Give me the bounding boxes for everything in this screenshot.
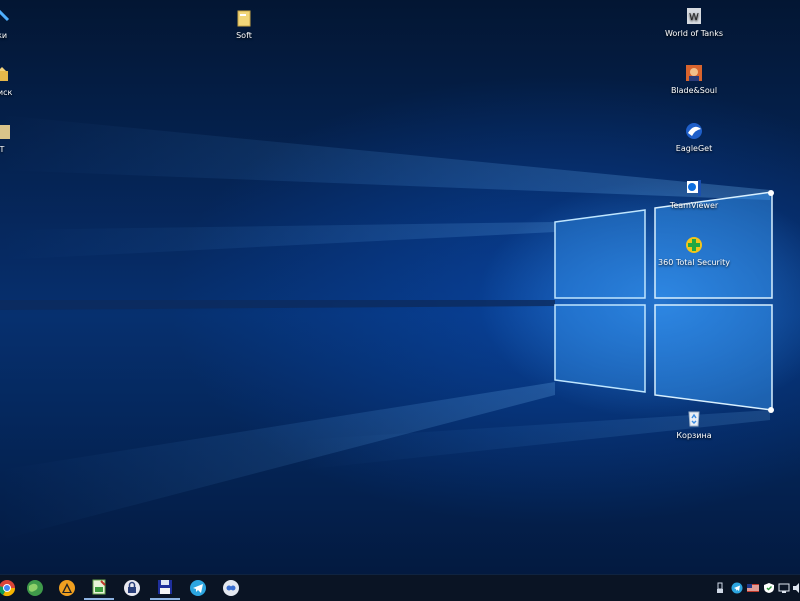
floppy-icon <box>158 580 172 594</box>
yandex-disk-icon <box>0 67 8 81</box>
desktop-icon-soft[interactable]: Soft <box>206 8 282 41</box>
tray-telegram-icon[interactable] <box>731 581 743 595</box>
tray-flag-us-icon[interactable] <box>747 581 759 595</box>
desktop: зки Диск T Soft W World of Tanks Blade&S… <box>0 0 800 574</box>
cloud-app-icon <box>223 580 239 596</box>
taskbar-save-button[interactable] <box>150 576 180 600</box>
desktop-icon-label: Корзина <box>676 431 712 440</box>
desktop-icon-partial-1[interactable]: зки <box>0 8 38 41</box>
folder-icon <box>237 10 251 27</box>
desktop-icon-label: Soft <box>236 31 252 40</box>
aimp-icon <box>59 580 75 596</box>
chrome-icon <box>0 580 16 597</box>
desktop-icon-label: TeamViewer <box>669 201 719 210</box>
taskbar-cloud-button[interactable] <box>216 576 246 600</box>
tray-usb-icon[interactable] <box>714 581 726 595</box>
desktop-icon-label: Blade&Soul <box>670 86 718 95</box>
teamviewer-icon <box>687 180 701 196</box>
taskbar-lock-button[interactable] <box>117 576 147 600</box>
telegram-icon <box>190 580 206 596</box>
desktop-icon-blade-and-soul[interactable]: Blade&Soul <box>656 63 732 96</box>
360-total-security-icon <box>686 237 702 253</box>
world-of-tanks-icon: W <box>687 8 701 24</box>
svg-text:W: W <box>689 12 699 23</box>
taskbar-chrome-button[interactable] <box>0 576 22 600</box>
taskbar <box>0 574 800 601</box>
desktop-icon-eagleget[interactable]: EagleGet <box>656 121 732 154</box>
desktop-icon-label: EagleGet <box>675 144 713 153</box>
desktop-icon-recycle-bin[interactable]: Корзина <box>656 408 732 441</box>
desktop-icon-label: T <box>0 145 5 154</box>
recycle-bin-icon <box>688 411 700 427</box>
desktop-icon-360-total-security[interactable]: 360 Total Security <box>656 235 732 268</box>
taskbar-globe-button[interactable] <box>20 576 50 600</box>
desktop-icon-yandex-disk[interactable]: Диск <box>0 65 40 98</box>
tray-volume-icon[interactable] <box>792 581 800 595</box>
blade-and-soul-icon <box>686 65 702 81</box>
taskbar-image-editor-button[interactable] <box>84 576 114 600</box>
desktop-icon-world-of-tanks[interactable]: W World of Tanks <box>656 6 732 39</box>
taskbar-telegram-button[interactable] <box>183 576 213 600</box>
lock-icon <box>124 580 140 596</box>
app-icon <box>0 125 10 139</box>
desktop-icon-label: Диск <box>0 88 13 97</box>
image-editor-icon <box>92 579 106 595</box>
desktop-icon-label: 360 Total Security <box>658 258 730 267</box>
desktop-icon-label: World of Tanks <box>664 29 724 38</box>
eagleget-icon <box>686 123 702 139</box>
tray-network-icon[interactable] <box>778 581 790 595</box>
desktop-icon-label: зки <box>0 31 8 40</box>
globe-icon <box>27 580 43 596</box>
tray-shield-icon[interactable] <box>763 581 775 595</box>
desktop-icon-teamviewer[interactable]: TeamViewer <box>656 178 732 211</box>
folder-download-icon <box>0 9 10 22</box>
desktop-icon-partial-3[interactable]: T <box>0 122 40 155</box>
taskbar-aimp-button[interactable] <box>52 576 82 600</box>
